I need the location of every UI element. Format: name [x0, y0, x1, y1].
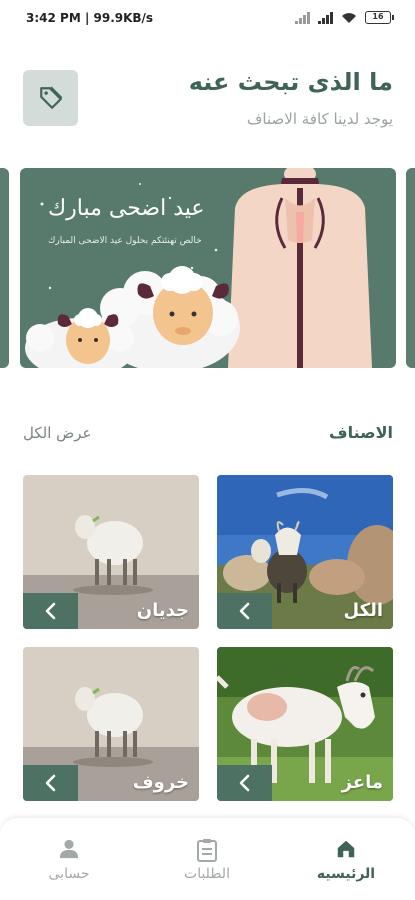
- category-label: ماعز: [341, 772, 383, 793]
- section-title: الاصناف: [329, 423, 393, 442]
- bottom-navigation: الرئيسيه الطلبات حسابى: [0, 818, 415, 900]
- banner-next-peek[interactable]: [406, 168, 415, 368]
- category-card-kids[interactable]: جديان: [23, 475, 199, 629]
- clipboard-icon: [197, 839, 217, 862]
- status-time: 3:42 PM | 99.9KB/s: [26, 11, 154, 25]
- page-subtitle: يوجد لدينا كافة الاصناف: [246, 110, 393, 128]
- nav-home-label: الرئيسيه: [316, 866, 376, 882]
- chevron-left-icon: [239, 774, 249, 792]
- category-label: خروف: [132, 772, 189, 793]
- chevron-left-icon: [45, 602, 55, 620]
- nav-orders[interactable]: الطلبات: [152, 838, 262, 882]
- banner-prev-peek[interactable]: [0, 168, 9, 368]
- user-icon: [59, 839, 79, 859]
- chevron-left-icon: [239, 602, 249, 620]
- nav-home[interactable]: الرئيسيه: [291, 838, 401, 882]
- home-icon: [337, 840, 355, 858]
- category-card-all[interactable]: الكل: [217, 475, 393, 629]
- category-arrow-button[interactable]: [217, 765, 272, 801]
- signal-icon: [295, 11, 310, 24]
- category-label: جديان: [136, 600, 189, 621]
- tag-button[interactable]: [23, 70, 78, 126]
- nav-orders-label: الطلبات: [184, 866, 230, 882]
- battery-icon: 16: [365, 11, 394, 24]
- banner-slide[interactable]: عيد اضحى مبارك خالص تهنئتكم بحلول عيد ال…: [20, 168, 396, 368]
- category-arrow-button[interactable]: [23, 765, 78, 801]
- banner-subtitle: خالص تهنئتكم بحلول عيد الاضحى المبارك: [48, 236, 202, 246]
- category-card-goats[interactable]: ماعز: [217, 647, 393, 801]
- category-arrow-button[interactable]: [23, 593, 78, 629]
- banner-carousel[interactable]: عيد اضحى مبارك خالص تهنئتكم بحلول عيد ال…: [0, 168, 415, 368]
- signal-icon: [318, 11, 333, 24]
- category-card-sheep[interactable]: خروف: [23, 647, 199, 801]
- view-all-link[interactable]: عرض الكل: [23, 424, 92, 442]
- status-bar: 3:42 PM | 99.9KB/s 16: [0, 0, 415, 38]
- banner-title: عيد اضحى مبارك: [48, 196, 205, 221]
- page-title: ما الذى تبحث عنه: [188, 68, 393, 96]
- nav-account[interactable]: حسابى: [14, 838, 124, 882]
- nav-account-label: حسابى: [48, 866, 90, 882]
- category-arrow-button[interactable]: [217, 593, 272, 629]
- status-icons: 16: [295, 11, 394, 24]
- tag-icon: [39, 86, 62, 109]
- category-label: الكل: [343, 600, 383, 621]
- chevron-left-icon: [45, 774, 55, 792]
- wifi-icon: [342, 12, 356, 23]
